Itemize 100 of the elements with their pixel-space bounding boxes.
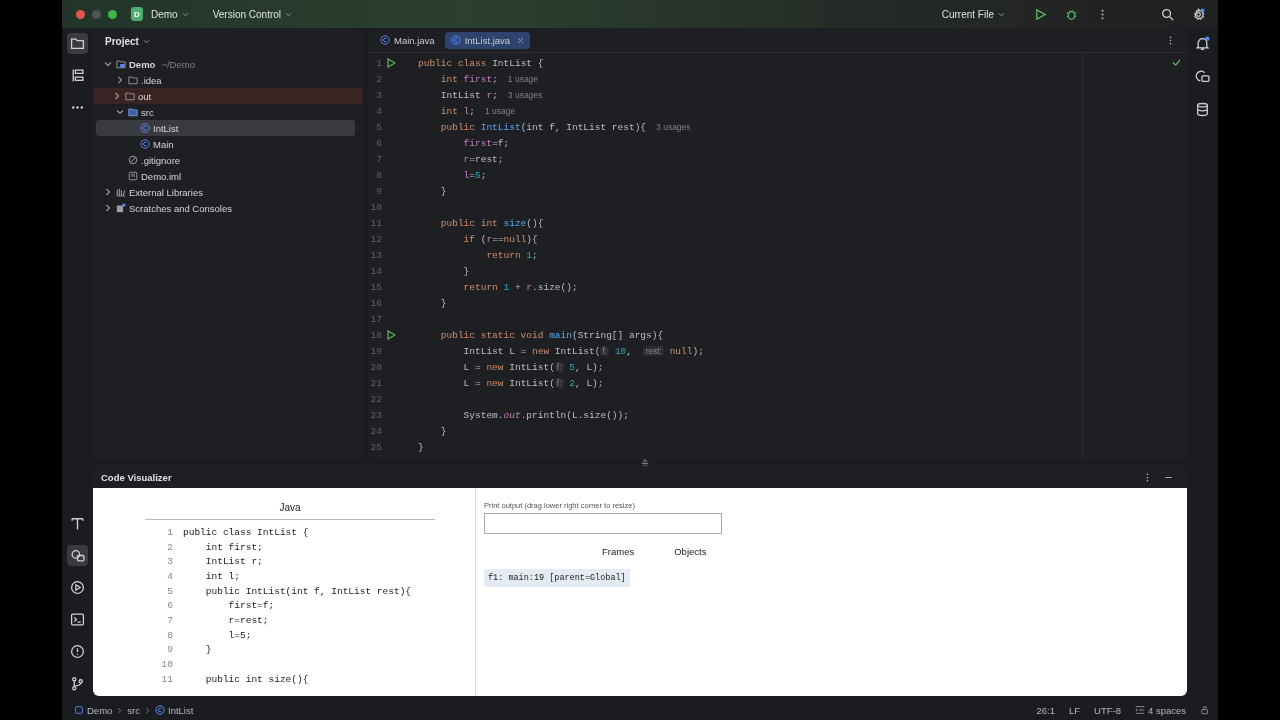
version-control-dropdown[interactable]: Version Control bbox=[212, 6, 299, 22]
code-line: int l; bbox=[439, 105, 475, 117]
tree-item[interactable]: .gitignore bbox=[96, 152, 355, 168]
line-number: 1 bbox=[166, 526, 173, 538]
tree-item[interactable]: Main bbox=[96, 136, 355, 152]
file-encoding[interactable]: UTF-8 bbox=[1094, 704, 1121, 716]
tree-item[interactable]: Demo ~/Demo bbox=[96, 56, 355, 72]
code-line: public IntList(int f, IntList rest){ bbox=[439, 121, 647, 133]
caret-icon[interactable] bbox=[285, 11, 293, 17]
editor-tab[interactable]: Main.java bbox=[374, 31, 441, 49]
line-number: 3 bbox=[375, 89, 382, 101]
code-line: return 1; bbox=[485, 249, 538, 261]
line-number: 8 bbox=[375, 169, 382, 181]
line-number: 3 bbox=[166, 556, 173, 568]
indent-setting[interactable]: 4 spaces bbox=[1134, 704, 1186, 716]
line-number: 25 bbox=[369, 441, 382, 453]
settings-icon[interactable] bbox=[1192, 7, 1205, 21]
run-configuration-dropdown[interactable]: Current File bbox=[941, 6, 1011, 22]
fullscreen-window-icon[interactable] bbox=[108, 9, 117, 19]
code-line: int first; bbox=[204, 541, 263, 553]
check-icon bbox=[1172, 59, 1181, 66]
line-number: 2 bbox=[166, 541, 173, 553]
caret-position[interactable]: 26:1 bbox=[1036, 704, 1055, 716]
line-number: 22 bbox=[369, 393, 382, 405]
line-number: 6 bbox=[166, 600, 173, 612]
code-line: } bbox=[462, 265, 470, 277]
editor-tab[interactable]: IntList.java bbox=[444, 31, 531, 49]
chevron-icon[interactable] bbox=[113, 92, 121, 100]
line-number: 4 bbox=[375, 105, 382, 117]
print-output-field[interactable] bbox=[484, 513, 722, 534]
frames-heading: Frames bbox=[602, 546, 635, 557]
code-line: } bbox=[418, 441, 424, 453]
caret-icon[interactable] bbox=[181, 11, 189, 17]
line-number: 5 bbox=[166, 585, 173, 597]
tree-item[interactable]: Demo.iml bbox=[96, 168, 355, 184]
usage-hint[interactable]: 1 usage bbox=[485, 106, 516, 116]
code-line: L = new IntList( f: 5, L); bbox=[462, 361, 604, 373]
code-line: first=f; bbox=[462, 137, 510, 149]
module-icon bbox=[116, 59, 126, 69]
code-line: L = new IntList( f: 2, L); bbox=[462, 377, 604, 389]
run-icon[interactable] bbox=[386, 330, 396, 340]
breadcrumb[interactable]: src bbox=[127, 704, 140, 716]
close-tab-icon[interactable] bbox=[517, 36, 525, 44]
breadcrumb[interactable]: IntList bbox=[155, 704, 194, 716]
code-line: public class IntList { bbox=[183, 526, 309, 538]
line-number: 9 bbox=[166, 644, 173, 656]
chevron-icon bbox=[145, 706, 150, 714]
chevron-icon[interactable] bbox=[116, 76, 124, 84]
code-line: IntList r; bbox=[204, 556, 263, 568]
class-icon bbox=[380, 35, 390, 45]
code-line: if (r==null){ bbox=[462, 233, 538, 245]
folder-icon[interactable] bbox=[67, 33, 88, 54]
line-number: 23 bbox=[369, 409, 382, 421]
chevron-icon[interactable] bbox=[104, 204, 112, 212]
tree-item[interactable]: out bbox=[93, 88, 363, 104]
chevron-icon[interactable] bbox=[104, 188, 112, 196]
resize-handle-icon[interactable] bbox=[641, 457, 649, 469]
file-icon bbox=[128, 171, 138, 181]
line-number: 4 bbox=[166, 570, 173, 582]
line-number: 11 bbox=[160, 673, 173, 685]
project-switcher[interactable]: Demo bbox=[151, 6, 195, 22]
line-number: 7 bbox=[166, 614, 173, 626]
line-ending[interactable]: LF bbox=[1068, 704, 1081, 716]
view-mode-dropdown[interactable]: Project bbox=[99, 34, 156, 48]
line-number: 20 bbox=[369, 361, 382, 373]
scratch-icon bbox=[116, 203, 126, 213]
chevron-icon[interactable] bbox=[116, 108, 124, 116]
code-line: first=f; bbox=[227, 600, 275, 612]
search-icon[interactable] bbox=[1161, 7, 1174, 21]
tree-item[interactable]: src bbox=[96, 104, 355, 120]
line-number: 1 bbox=[375, 57, 382, 69]
line-number: 17 bbox=[369, 313, 382, 325]
visualizer-icon[interactable] bbox=[67, 545, 88, 566]
tree-item[interactable]: External Libraries bbox=[96, 184, 355, 200]
close-window-icon[interactable] bbox=[76, 9, 85, 19]
line-number: 7 bbox=[375, 153, 382, 165]
caret-icon[interactable] bbox=[142, 38, 150, 44]
code-line: public IntList(int f, IntList rest){ bbox=[204, 585, 412, 597]
language-heading: Java bbox=[145, 502, 435, 520]
run-icon[interactable] bbox=[386, 58, 396, 68]
usage-hint[interactable]: 1 usage bbox=[507, 74, 539, 84]
tree-item[interactable]: IntList bbox=[96, 120, 355, 136]
run-icon[interactable] bbox=[1034, 7, 1047, 21]
usage-hint[interactable]: 3 usages bbox=[507, 90, 543, 100]
line-number: 19 bbox=[369, 345, 382, 357]
caret-icon[interactable] bbox=[998, 11, 1005, 17]
class-icon bbox=[140, 139, 150, 149]
code-line: } bbox=[439, 185, 447, 197]
tree-item[interactable]: Scratches and Consoles bbox=[96, 200, 355, 216]
breadcrumb[interactable]: Demo bbox=[74, 704, 113, 716]
code-line: } bbox=[439, 297, 447, 309]
tree-item[interactable]: .idea bbox=[96, 72, 355, 88]
usage-hint[interactable]: 3 usages bbox=[656, 122, 691, 132]
class-icon bbox=[450, 35, 461, 45]
line-number: 13 bbox=[369, 249, 382, 261]
line-number: 8 bbox=[166, 629, 173, 641]
lock-icon[interactable] bbox=[1200, 705, 1210, 715]
chevron-icon[interactable] bbox=[104, 60, 112, 68]
class-icon bbox=[155, 705, 165, 715]
line-number: 16 bbox=[369, 297, 382, 309]
